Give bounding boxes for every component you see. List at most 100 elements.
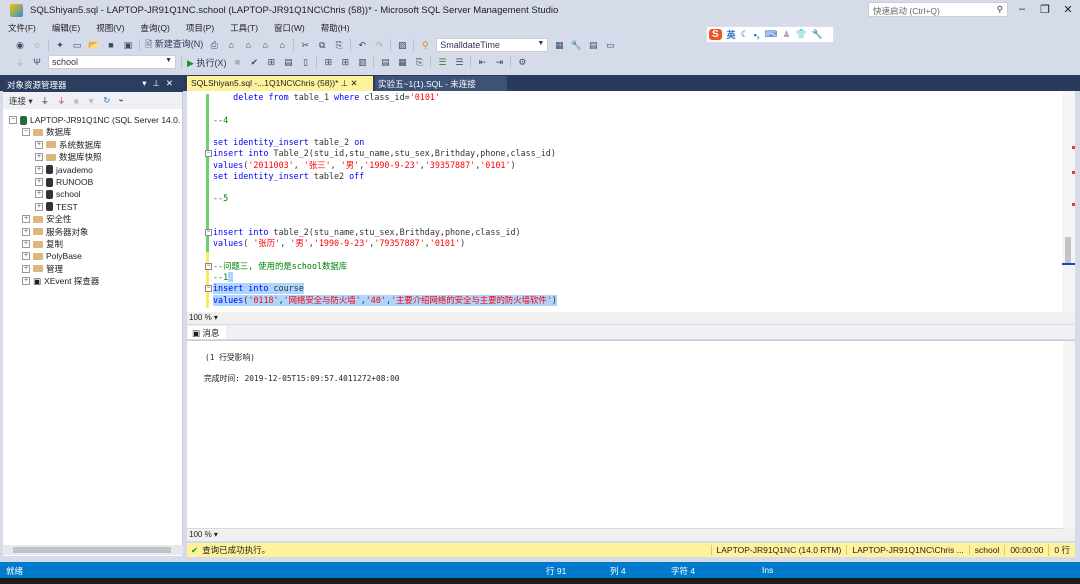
undo-icon[interactable]: ↶ bbox=[356, 40, 368, 51]
tab-sqlshiyan5[interactable]: SQLShiyan5.sql -...1Q1NC\Chris (58))* ⊥ … bbox=[187, 76, 373, 91]
expand-icon[interactable]: + bbox=[35, 178, 43, 186]
save-icon[interactable]: ■ bbox=[105, 40, 117, 50]
refresh-icon[interactable]: ↻ bbox=[103, 95, 110, 106]
tree-node[interactable]: − 数据库 bbox=[22, 126, 72, 138]
messages-vscrollbar[interactable] bbox=[1063, 341, 1075, 529]
editor-vscrollbar[interactable] bbox=[1062, 91, 1075, 312]
options-icon[interactable]: ▭ bbox=[604, 40, 616, 51]
expand-icon[interactable]: + bbox=[22, 277, 30, 286]
include-plan-icon[interactable]: ⊞ bbox=[322, 57, 334, 68]
activity-monitor-icon[interactable]: ▨ bbox=[396, 40, 408, 51]
new-project-icon[interactable]: ✦ bbox=[54, 40, 66, 51]
tree-node[interactable]: + 服务器对象 bbox=[22, 226, 89, 238]
collapse-icon[interactable]: − bbox=[9, 116, 17, 124]
object-explorer-hscrollbar[interactable] bbox=[3, 545, 183, 555]
expand-icon[interactable]: + bbox=[22, 227, 30, 236]
tree-node[interactable]: + 复制 bbox=[22, 238, 63, 250]
parse-check-icon[interactable]: ✔ bbox=[248, 57, 260, 68]
intellisense-icon[interactable]: ▯ bbox=[299, 57, 311, 68]
save-all-icon[interactable]: ▣ bbox=[122, 40, 134, 51]
increase-indent-icon[interactable]: ⇥ bbox=[493, 57, 505, 68]
keyboard-icon[interactable]: ⌨ bbox=[764, 29, 777, 40]
decrease-indent-icon[interactable]: ⇤ bbox=[476, 57, 488, 68]
connect-button[interactable]: 连接 ▾ bbox=[9, 95, 33, 107]
expand-icon[interactable]: + bbox=[22, 252, 30, 261]
dmx-query-icon[interactable]: ⌂ bbox=[242, 40, 254, 50]
solution-explorer-icon[interactable]: ▦ bbox=[553, 40, 565, 51]
filter-icon[interactable]: ▼ bbox=[87, 96, 95, 106]
panel-controls[interactable]: ▾⊥✕ bbox=[142, 78, 179, 89]
open-file-icon[interactable]: 📂 bbox=[88, 40, 100, 51]
paste-icon[interactable]: ⎘ bbox=[333, 40, 345, 51]
tree-node[interactable]: + PolyBase bbox=[22, 250, 82, 262]
collapse-region-icon[interactable]: − bbox=[205, 262, 212, 270]
tab-messages[interactable]: ▣ 消息 bbox=[188, 326, 226, 339]
client-stats-icon[interactable]: ▥ bbox=[356, 57, 368, 68]
restore-button[interactable]: ❐ bbox=[1035, 3, 1055, 16]
skin-icon[interactable]: 👕 bbox=[796, 29, 807, 40]
menu-item[interactable]: 文件(F) bbox=[0, 21, 44, 35]
add-item-icon[interactable]: ▭ bbox=[71, 40, 83, 51]
toolbox-icon[interactable]: ▤ bbox=[587, 40, 599, 51]
forward-icon[interactable]: ◌ bbox=[31, 40, 43, 50]
stop-icon[interactable]: ■ bbox=[231, 57, 243, 67]
close-tab-icon[interactable]: ✕ bbox=[351, 78, 358, 88]
expand-icon[interactable]: + bbox=[35, 153, 43, 162]
redo-icon[interactable]: ↷ bbox=[373, 40, 385, 51]
tree-node[interactable]: + 系统数据库 bbox=[35, 139, 102, 151]
stop-icon[interactable]: ■ bbox=[74, 96, 79, 106]
new-query-button[interactable]: 🗎 新建查询(N) bbox=[145, 37, 203, 53]
expand-icon[interactable]: + bbox=[35, 202, 43, 211]
tree-node[interactable]: + ▣ XEvent 探查器 bbox=[22, 275, 99, 287]
uncomment-icon[interactable]: ☰ bbox=[453, 57, 465, 68]
expand-icon[interactable]: + bbox=[22, 264, 30, 273]
tree-node[interactable]: + 数据库快照 bbox=[35, 151, 102, 163]
ime-toolbar[interactable]: S 英 ☾ •, ⌨ ♟ 👕 🔧 bbox=[706, 26, 834, 43]
pin-icon[interactable]: ⊥ bbox=[341, 78, 348, 88]
tree-node[interactable]: − LAPTOP-JR91Q1NC (SQL Server 14.0. bbox=[9, 114, 180, 126]
results-grid-icon[interactable]: ▦ bbox=[396, 57, 408, 68]
moon-icon[interactable]: ☾ bbox=[741, 29, 749, 40]
expand-icon[interactable]: + bbox=[22, 215, 30, 224]
find-icon[interactable]: ⚲ bbox=[419, 40, 431, 51]
query-design-icon[interactable]: ▤ bbox=[282, 57, 294, 68]
results-text-icon[interactable]: ▤ bbox=[379, 57, 391, 68]
expand-icon[interactable]: + bbox=[22, 240, 30, 248]
display-plan-icon[interactable]: ⊞ bbox=[265, 57, 277, 68]
punctuation-icon[interactable]: •, bbox=[754, 30, 760, 40]
xmla-query-icon[interactable]: ⌂ bbox=[259, 40, 271, 50]
tree-node[interactable]: + 管理 bbox=[22, 263, 63, 275]
close-button[interactable]: ✕ bbox=[1058, 3, 1078, 16]
collapse-region-icon[interactable]: − bbox=[205, 285, 212, 293]
activity-icon[interactable]: ⌁ bbox=[118, 95, 123, 106]
execute-button[interactable]: ▶ 执行(X) bbox=[187, 56, 226, 69]
change-connection-icon[interactable]: Ψ bbox=[31, 57, 43, 67]
comment-icon[interactable]: ☰ bbox=[436, 57, 448, 68]
cut-icon[interactable]: ✂ bbox=[299, 40, 311, 51]
menu-item[interactable]: 项目(P) bbox=[178, 21, 222, 35]
ime-mode[interactable]: 英 bbox=[727, 28, 736, 41]
tree-node[interactable]: + 安全性 bbox=[22, 213, 72, 225]
expand-icon[interactable]: + bbox=[35, 190, 43, 199]
menu-item[interactable]: 帮助(H) bbox=[313, 21, 358, 35]
dax-query-icon[interactable]: ⌂ bbox=[276, 40, 288, 50]
user-icon[interactable]: ♟ bbox=[782, 29, 790, 40]
collapse-region-icon[interactable]: − bbox=[205, 150, 212, 158]
menu-item[interactable]: 编辑(E) bbox=[44, 21, 88, 35]
tree-node[interactable]: + RUNOOB bbox=[35, 176, 93, 188]
find-combo[interactable]: SmalldateTime ▼ bbox=[436, 38, 549, 52]
database-select[interactable]: school ▼ bbox=[48, 55, 176, 69]
tree-node[interactable]: + javademo bbox=[35, 164, 93, 176]
menu-item[interactable]: 窗口(W) bbox=[266, 21, 313, 35]
specify-values-icon[interactable]: ⚙ bbox=[516, 57, 528, 68]
live-stats-icon[interactable]: ⊞ bbox=[339, 57, 351, 68]
back-icon[interactable]: ◉ bbox=[14, 40, 26, 51]
menu-item[interactable]: 查询(Q) bbox=[133, 21, 178, 35]
editor-zoom-select[interactable]: 100 % bbox=[189, 313, 212, 322]
menu-item[interactable]: 视图(V) bbox=[88, 21, 132, 35]
tab-shiyan5[interactable]: 实验五~1(1).SQL - 未连接 bbox=[375, 76, 507, 91]
db-query-icon[interactable]: ⎙ bbox=[208, 40, 220, 51]
expand-icon[interactable]: + bbox=[35, 140, 43, 149]
sql-editor[interactable] bbox=[187, 91, 1075, 312]
quick-launch-input[interactable]: 快速启动 (Ctrl+Q) ⚲ bbox=[868, 2, 1008, 17]
